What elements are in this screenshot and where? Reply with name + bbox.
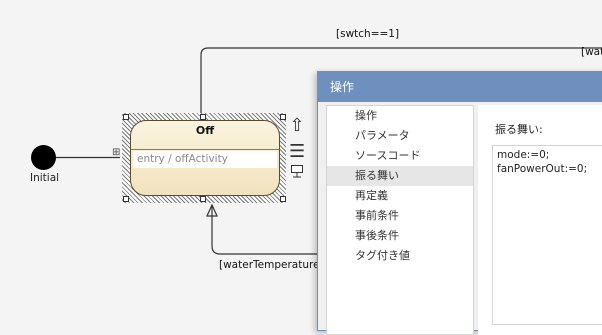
nav-item[interactable]: 再定義 [327,186,473,206]
dialog-title[interactable]: 操作 [318,72,602,102]
nav-item[interactable]: 振る舞い [327,166,473,186]
state-name: Off [195,124,215,137]
resize-handle-s[interactable] [200,196,206,202]
operation-dialog[interactable]: 操作 操作 パラメータ ソースコード 振る舞い 再定義 事前条件 事後条件 タグ付き値 振る舞… [317,71,602,335]
nav-item[interactable]: 操作 [327,106,473,126]
nav-item[interactable]: ソースコード [327,146,473,166]
nav-item[interactable]: 事前条件 [327,206,473,226]
resize-handle-se[interactable] [280,196,286,202]
dialog-content-panel: 振る舞い: mode:=0; fanPowerOut:=0; [478,105,602,335]
link-icon[interactable]: ⊞ [112,147,124,161]
state-off[interactable]: Off entry / offActivity [130,120,280,196]
initial-node-label: Initial [30,172,60,184]
bottom-transition-label[interactable]: [waterTemperatureI [219,259,323,271]
stamp-glyph [291,165,303,178]
dialog-body: 操作 パラメータ ソースコード 振る舞い 再定義 事前条件 事後条件 タグ付き値 振る舞い: … [318,102,602,335]
nav-item[interactable]: パラメータ [327,126,473,146]
top-right-transition-label[interactable]: [wat [581,46,602,58]
stamp-icon[interactable] [289,163,305,183]
arrow-up-icon[interactable]: ⇧ [289,115,305,136]
behavior-textarea[interactable]: mode:=0; fanPowerOut:=0; [492,145,602,325]
bottom-transition-line[interactable] [211,222,320,255]
state-entry-activity[interactable]: entry / offActivity [133,151,277,168]
nav-item[interactable]: タグ付き値 [327,246,473,266]
resize-handle-ne[interactable] [280,114,286,120]
resize-handle-nw[interactable] [123,114,129,120]
state-divider [131,149,279,150]
nav-item[interactable]: 事後条件 [327,226,473,246]
behavior-label: 振る舞い: [495,123,543,136]
dialog-nav-list: 操作 パラメータ ソースコード 振る舞い 再定義 事前条件 事後条件 タグ付き値 [326,105,474,335]
list-icon[interactable]: ☰ [289,141,305,162]
top-transition-label[interactable]: [swtch==1] [336,28,399,40]
initial-node[interactable] [31,145,56,170]
resize-handle-sw[interactable] [123,196,129,202]
